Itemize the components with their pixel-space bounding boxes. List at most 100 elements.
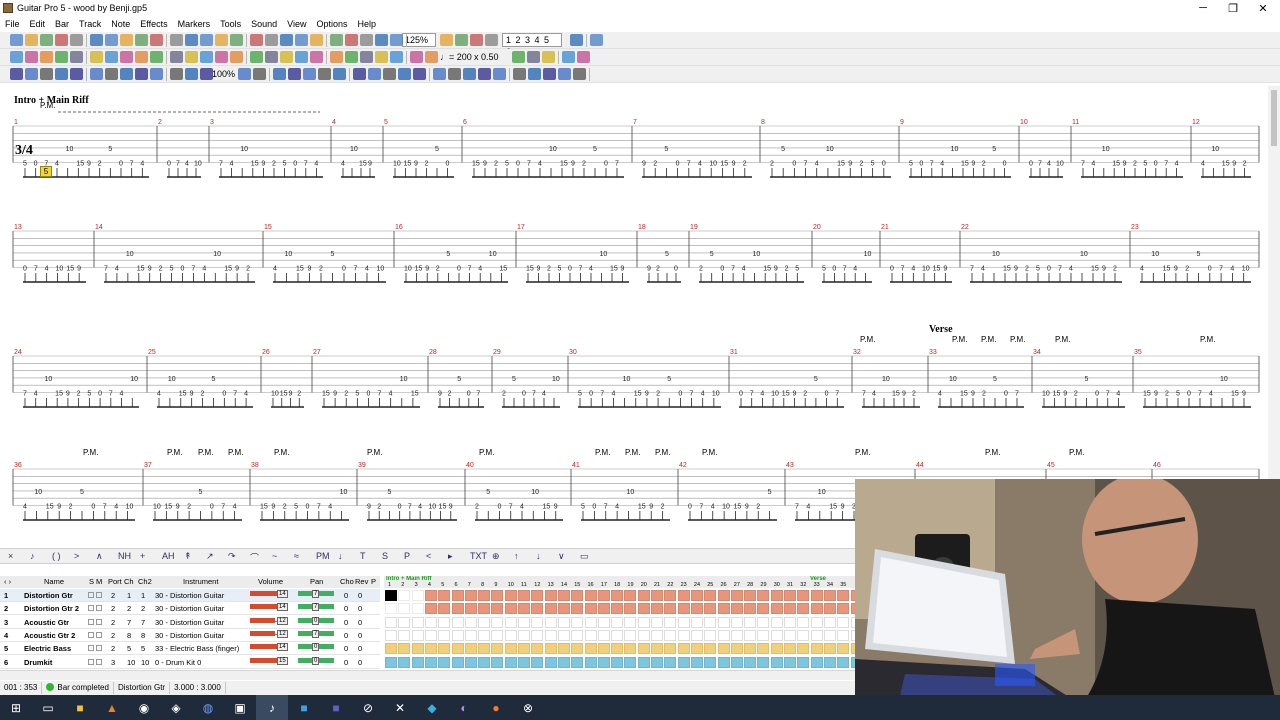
page-selector[interactable]: 1 2 3 4 5 6 [502,33,562,57]
sequencer-cell[interactable] [651,656,663,668]
toolbar-button-tb2-15[interactable] [250,51,263,63]
mute-checkbox[interactable] [96,658,102,665]
sequencer-cell[interactable] [784,629,796,641]
sequencer-cell[interactable] [398,629,411,641]
sequencer-cell[interactable] [491,603,504,615]
sequencer-cell[interactable] [571,616,584,628]
sequencer-track-row[interactable] [384,656,855,669]
toolbar-button-tb3-17[interactable] [303,68,316,80]
volume-slider[interactable] [250,630,275,636]
toolbar-button-tb1-11[interactable] [185,34,198,46]
track-row[interactable]: 4 Acoustic Gtr 2 2 8 8 30 - Distortion Guitar… [0,628,380,642]
toolbar-button-tb1-22[interactable] [360,34,373,46]
palette-tool-12[interactable]: ~ [272,551,277,561]
menu-options[interactable]: Options [312,19,353,29]
sequencer-cell[interactable] [491,656,504,668]
sequencer-cell[interactable] [704,603,717,615]
toolbar-button-tb1-4[interactable] [70,34,83,46]
sequencer-cell[interactable] [744,590,757,601]
toolbar-button-tb3-33[interactable] [558,68,571,80]
sequencer-cell[interactable] [385,629,397,641]
toolbar-button-tb3-21[interactable] [368,68,381,80]
toolbar-button-tb1-8[interactable] [135,34,148,46]
palette-tool-6[interactable]: + [140,551,145,561]
sequencer-cell[interactable] [557,643,570,655]
restore-icon[interactable]: ❐ [1218,0,1248,16]
sequencer-cell[interactable] [478,590,491,601]
solo-checkbox[interactable] [88,631,94,638]
toolbar-button-tb1-23[interactable] [375,34,388,46]
sequencer-cell[interactable] [757,590,770,601]
sequencer-cell[interactable] [770,616,783,628]
vlc-icon[interactable]: ▲ [96,695,128,720]
sequencer-cell[interactable] [571,629,584,641]
toolbar-button-tb2-22[interactable] [360,51,373,63]
sequencer-cell[interactable] [624,656,637,668]
sequencer-cell[interactable] [637,603,650,615]
sequencer-cell[interactable] [518,629,530,641]
sequencer-cell[interactable] [611,590,624,601]
sequencer-cell[interactable] [451,643,464,655]
sequencer-cell[interactable] [398,603,411,615]
sequencer-cell[interactable] [504,590,517,601]
sequencer-cell[interactable] [478,629,491,641]
palette-tool-24[interactable]: ↓ [536,551,541,561]
sequencer-cell[interactable] [810,603,823,615]
toolbar-button-tb3-32[interactable] [543,68,556,80]
sequencer-cell[interactable] [757,616,770,628]
toolbar-button-tb3-14[interactable] [253,68,266,80]
sequencer-cell[interactable] [677,629,690,641]
toolbar-button-tb3-30[interactable] [513,68,526,80]
palette-tool-11[interactable]: ⌒ [250,551,259,564]
toolbar-button-tb2-24[interactable] [390,51,403,63]
sequencer-cell[interactable] [438,629,451,641]
toolbar-button-tb2-12[interactable] [200,51,213,63]
palette-tool-20[interactable]: ▸ [448,551,453,562]
sequencer-cell[interactable] [624,603,637,615]
sequencer-cell[interactable] [478,656,491,668]
scroll-thumb[interactable] [1271,90,1277,146]
sequencer-cell[interactable] [411,643,424,655]
solo-checkbox[interactable] [88,605,94,612]
sequencer-cell[interactable] [651,643,663,655]
app-icon-6[interactable]: ■ [320,695,352,720]
app-icon-1[interactable]: ◉ [128,695,160,720]
sequencer-cell[interactable] [438,656,451,668]
sequencer-cell[interactable] [531,643,544,655]
menu-tools[interactable]: Tools [215,19,246,29]
menu-file[interactable]: File [0,19,25,29]
volume-slider[interactable] [250,617,275,623]
sequencer-cell[interactable] [690,590,703,601]
toolbar-button-tb2-11[interactable] [185,51,198,63]
palette-tool-15[interactable]: ↓ [338,551,343,561]
palette-tool-23[interactable]: ↑ [514,551,519,561]
sequencer-cell[interactable] [451,590,464,601]
sequencer-cell[interactable] [624,616,637,628]
sequencer-cell[interactable] [611,603,624,615]
sequencer-cell[interactable] [784,616,796,628]
palette-tool-9[interactable]: ↗ [206,551,214,562]
toolbar-button-tb2-9[interactable] [150,51,163,63]
toolbar-button-tb1-29[interactable] [570,34,583,46]
track-row[interactable]: 2 Distortion Gtr 2 2 2 2 30 - Distortion Guit… [0,602,380,616]
toolbar-button-tb3-9[interactable] [150,68,163,80]
sequencer-cell[interactable] [784,643,796,655]
sequencer-cell[interactable] [690,603,703,615]
sequencer-cell[interactable] [491,616,504,628]
toolbar-button-tb3-3[interactable] [55,68,68,80]
sequencer-cell[interactable] [531,629,544,641]
solo-checkbox[interactable] [88,658,94,665]
toolbar-button-tb1-2[interactable] [40,34,53,46]
sequencer-cell[interactable] [651,590,663,601]
toolbar-button-tb2-7[interactable] [120,51,133,63]
sequencer-cell[interactable] [823,656,836,668]
sequencer-cell[interactable] [584,656,597,668]
app-icon-9[interactable]: ◆ [416,695,448,720]
sequencer-cell[interactable] [770,629,783,641]
sequencer-cell[interactable] [531,616,544,628]
sequencer-cell[interactable] [730,656,743,668]
sequencer-cell[interactable] [690,629,703,641]
sequencer-cell[interactable] [704,629,717,641]
sequencer-cell[interactable] [411,616,424,628]
sequencer-cell[interactable] [730,590,743,601]
